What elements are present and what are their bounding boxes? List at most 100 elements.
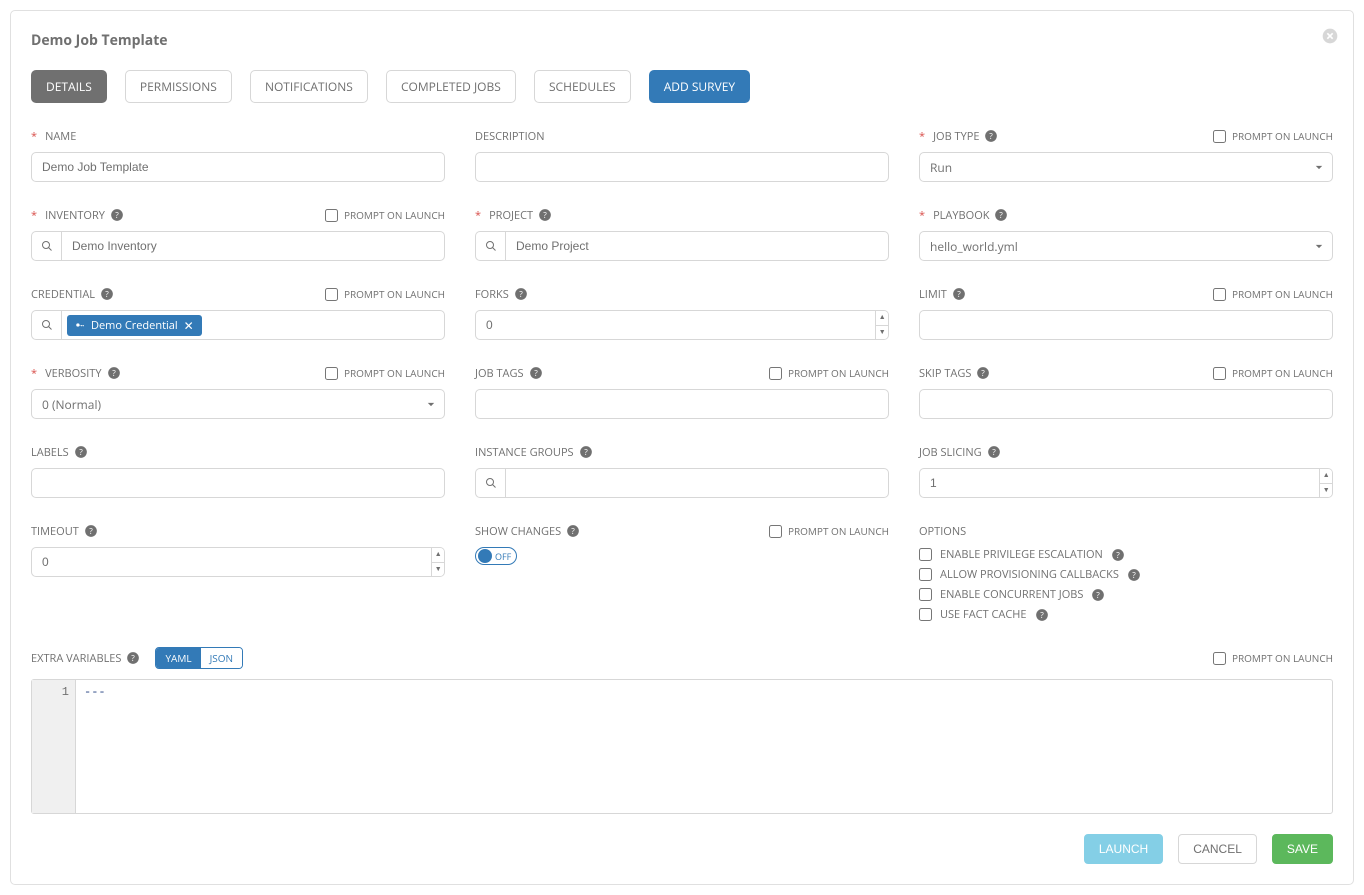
help-icon[interactable]: ? bbox=[529, 366, 543, 380]
help-icon[interactable]: ? bbox=[987, 445, 1001, 459]
save-button[interactable]: SAVE bbox=[1272, 834, 1333, 864]
help-icon[interactable]: ? bbox=[994, 208, 1008, 222]
labels-input[interactable] bbox=[31, 468, 445, 498]
prompt-job-type[interactable]: PROMPT ON LAUNCH bbox=[1213, 129, 1333, 143]
inventory-lookup-button[interactable] bbox=[31, 231, 61, 261]
playbook-select[interactable]: hello_world.yml bbox=[919, 231, 1333, 261]
labels-label: LABELS ? bbox=[31, 445, 88, 460]
job-slicing-input[interactable] bbox=[919, 468, 1319, 498]
project-input[interactable] bbox=[505, 231, 889, 261]
option-concurrent[interactable]: ENABLE CONCURRENT JOBS ? bbox=[919, 587, 1333, 602]
cancel-button[interactable]: CANCEL bbox=[1178, 834, 1257, 864]
option-callbacks[interactable]: ALLOW PROVISIONING CALLBACKS ? bbox=[919, 567, 1333, 582]
option-fact-cache[interactable]: USE FACT CACHE ? bbox=[919, 607, 1333, 622]
show-changes-label: SHOW CHANGES ? bbox=[475, 524, 580, 539]
prompt-extra-vars[interactable]: PROMPT ON LAUNCH bbox=[1213, 651, 1333, 665]
svg-text:?: ? bbox=[534, 368, 538, 379]
close-button[interactable] bbox=[1322, 26, 1338, 50]
svg-text:?: ? bbox=[1097, 589, 1101, 600]
help-icon[interactable]: ? bbox=[110, 208, 124, 222]
help-icon[interactable]: ? bbox=[514, 287, 528, 301]
help-icon[interactable]: ? bbox=[538, 208, 552, 222]
slicing-up[interactable]: ▲ bbox=[1320, 469, 1332, 484]
json-button[interactable]: JSON bbox=[201, 648, 242, 668]
help-icon[interactable]: ? bbox=[566, 524, 580, 538]
tab-permissions[interactable]: PERMISSIONS bbox=[125, 70, 232, 103]
credential-lookup-button[interactable] bbox=[31, 310, 61, 340]
forks-up[interactable]: ▲ bbox=[876, 311, 888, 326]
limit-input[interactable] bbox=[919, 310, 1333, 340]
prompt-credential[interactable]: PROMPT ON LAUNCH bbox=[325, 287, 445, 301]
tabs: DETAILS PERMISSIONS NOTIFICATIONS COMPLE… bbox=[31, 70, 1333, 103]
help-icon[interactable]: ? bbox=[1035, 608, 1049, 622]
editor-body[interactable]: --- bbox=[76, 680, 1332, 813]
svg-text:?: ? bbox=[105, 289, 109, 300]
help-icon[interactable]: ? bbox=[952, 287, 966, 301]
yaml-button[interactable]: YAML bbox=[156, 648, 200, 668]
name-input[interactable] bbox=[31, 152, 445, 182]
add-survey-button[interactable]: ADD SURVEY bbox=[649, 70, 750, 103]
help-icon[interactable]: ? bbox=[107, 366, 121, 380]
tab-schedules[interactable]: SCHEDULES bbox=[534, 70, 631, 103]
svg-text:?: ? bbox=[115, 210, 119, 221]
job-tags-input[interactable] bbox=[475, 389, 889, 419]
inventory-input[interactable] bbox=[61, 231, 445, 261]
timeout-down[interactable]: ▼ bbox=[432, 563, 444, 577]
help-icon[interactable]: ? bbox=[984, 129, 998, 143]
svg-text:?: ? bbox=[1040, 609, 1044, 620]
timeout-up[interactable]: ▲ bbox=[432, 548, 444, 563]
forks-down[interactable]: ▼ bbox=[876, 326, 888, 340]
editor-gutter: 1 bbox=[32, 680, 76, 813]
verbosity-select[interactable]: 0 (Normal) bbox=[31, 389, 445, 419]
job-type-select[interactable]: Run bbox=[919, 152, 1333, 182]
remove-tag-icon[interactable]: ✕ bbox=[184, 317, 194, 334]
search-icon bbox=[41, 240, 53, 252]
help-icon[interactable]: ? bbox=[579, 445, 593, 459]
tab-details[interactable]: DETAILS bbox=[31, 70, 107, 103]
tab-notifications[interactable]: NOTIFICATIONS bbox=[250, 70, 368, 103]
svg-text:?: ? bbox=[112, 368, 116, 379]
prompt-inventory[interactable]: PROMPT ON LAUNCH bbox=[325, 208, 445, 222]
help-icon[interactable]: ? bbox=[1091, 588, 1105, 602]
prompt-limit[interactable]: PROMPT ON LAUNCH bbox=[1213, 287, 1333, 301]
skip-tags-input[interactable] bbox=[919, 389, 1333, 419]
help-icon[interactable]: ? bbox=[84, 524, 98, 538]
skip-tags-label: SKIP TAGS ? bbox=[919, 366, 990, 381]
help-icon[interactable]: ? bbox=[74, 445, 88, 459]
prompt-verbosity[interactable]: PROMPT ON LAUNCH bbox=[325, 366, 445, 380]
forks-input[interactable] bbox=[475, 310, 875, 340]
description-input[interactable] bbox=[475, 152, 889, 182]
slicing-down[interactable]: ▼ bbox=[1320, 484, 1332, 498]
search-icon bbox=[485, 477, 497, 489]
svg-text:?: ? bbox=[1116, 549, 1120, 560]
svg-text:?: ? bbox=[992, 447, 996, 458]
option-priv-esc[interactable]: ENABLE PRIVILEGE ESCALATION ? bbox=[919, 547, 1333, 562]
prompt-show-changes[interactable]: PROMPT ON LAUNCH bbox=[769, 524, 889, 538]
job-type-label: *JOB TYPE ? bbox=[919, 129, 998, 144]
svg-text:?: ? bbox=[982, 368, 986, 379]
close-icon bbox=[1322, 28, 1338, 44]
search-icon bbox=[485, 240, 497, 252]
svg-text:?: ? bbox=[79, 447, 83, 458]
credential-tags[interactable]: Demo Credential ✕ bbox=[61, 310, 445, 340]
help-icon[interactable]: ? bbox=[976, 366, 990, 380]
show-changes-toggle[interactable]: OFF bbox=[475, 547, 517, 565]
timeout-label: TIMEOUT ? bbox=[31, 524, 98, 539]
launch-button[interactable]: LAUNCH bbox=[1084, 834, 1163, 864]
help-icon[interactable]: ? bbox=[1127, 568, 1141, 582]
project-lookup-button[interactable] bbox=[475, 231, 505, 261]
instance-groups-input[interactable] bbox=[505, 468, 889, 498]
help-icon[interactable]: ? bbox=[1111, 548, 1125, 562]
tab-completed-jobs[interactable]: COMPLETED JOBS bbox=[386, 70, 516, 103]
credential-tag[interactable]: Demo Credential ✕ bbox=[67, 315, 202, 336]
prompt-skip-tags[interactable]: PROMPT ON LAUNCH bbox=[1213, 366, 1333, 380]
help-icon[interactable]: ? bbox=[100, 287, 114, 301]
syntax-toggle[interactable]: YAML JSON bbox=[155, 647, 243, 669]
extra-vars-editor[interactable]: 1 --- bbox=[31, 679, 1333, 814]
verbosity-label: *VERBOSITY ? bbox=[31, 366, 121, 381]
help-icon[interactable]: ? bbox=[126, 651, 140, 665]
job-slicing-label: JOB SLICING ? bbox=[919, 445, 1001, 460]
timeout-input[interactable] bbox=[31, 547, 431, 577]
instance-groups-lookup-button[interactable] bbox=[475, 468, 505, 498]
prompt-job-tags[interactable]: PROMPT ON LAUNCH bbox=[769, 366, 889, 380]
